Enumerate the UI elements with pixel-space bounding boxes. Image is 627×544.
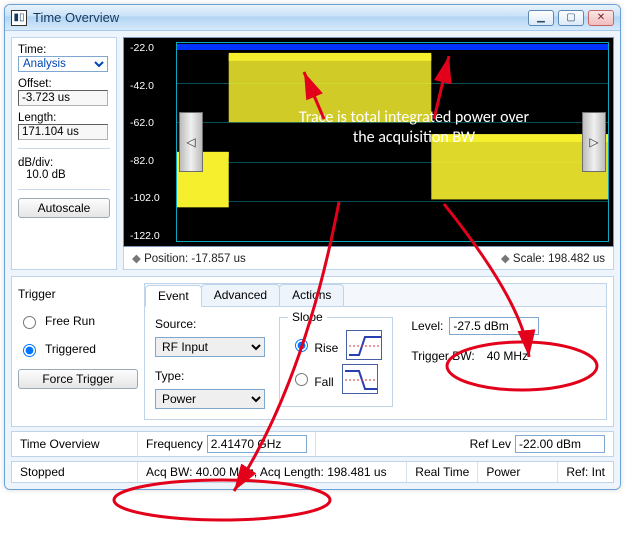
ref-cell: Ref: Int	[558, 462, 613, 482]
trigger-title: Trigger	[18, 287, 138, 301]
scale-value: 198.482 us	[548, 253, 605, 265]
source-select[interactable]: RF Input	[155, 337, 265, 357]
triggered-radio[interactable]: Triggered	[18, 341, 138, 357]
tab-advanced[interactable]: Advanced	[201, 284, 280, 306]
y-axis: -22.0 -42.0 -62.0 -82.0 -102.0 -122.0	[124, 38, 176, 246]
close-button[interactable]: ✕	[588, 10, 614, 26]
fall-radio[interactable]: Fall	[290, 370, 334, 389]
side-panel: Time: Analysis Offset: -3.723 us Length:…	[11, 37, 117, 270]
minimize-button[interactable]: ▁	[528, 10, 554, 26]
tab-event[interactable]: Event	[145, 285, 202, 307]
autoscale-button[interactable]: Autoscale	[18, 198, 110, 218]
nav-left-handle[interactable]: ◁	[179, 112, 203, 172]
acq-info: Acq BW: 40.00 MHz, Acq Length: 198.481 u…	[138, 462, 407, 482]
free-run-radio[interactable]: Free Run	[18, 313, 138, 329]
dbdiv-value: 10.0 dB	[18, 169, 110, 181]
tab-actions[interactable]: Actions	[279, 284, 344, 306]
ytick: -62.0	[130, 117, 154, 129]
type-select[interactable]: Power	[155, 389, 265, 409]
frequency-label: Frequency	[146, 437, 203, 451]
nav-right-handle[interactable]: ▷	[582, 112, 606, 172]
scale-handle-icon[interactable]: ◆	[501, 253, 510, 265]
ytick: -82.0	[130, 155, 154, 167]
length-value[interactable]: 171.104 us	[18, 124, 108, 140]
frequency-input[interactable]	[207, 435, 307, 453]
triggerbw-value: 40 MHz	[487, 349, 528, 363]
position-label: Position:	[144, 253, 188, 265]
slope-fieldset: Slope Rise Fall	[279, 317, 393, 407]
position-value: -17.857 us	[191, 253, 245, 265]
info-bar-2: Stopped Acq BW: 40.00 MHz, Acq Length: 1…	[11, 461, 614, 483]
level-input[interactable]	[449, 317, 539, 335]
window-title: Time Overview	[33, 10, 119, 25]
slope-label: Slope	[288, 310, 327, 324]
scale-label: Scale:	[513, 253, 545, 265]
plot-status: ◆ Position: -17.857 us ◆ Scale: 198.482 …	[123, 247, 614, 270]
ytick: -122.0	[130, 230, 160, 242]
run-state: Stopped	[12, 462, 138, 482]
offset-value[interactable]: -3.723 us	[18, 90, 108, 106]
reflev-label: Ref Lev	[470, 437, 511, 451]
triggerbw-label: Trigger BW:	[411, 349, 474, 363]
type-label: Type:	[155, 369, 265, 383]
source-label: Source:	[155, 317, 265, 331]
time-select[interactable]: Analysis	[18, 56, 108, 72]
force-trigger-button[interactable]: Force Trigger	[18, 369, 138, 389]
level-label: Level:	[411, 319, 443, 333]
reflev-input[interactable]	[515, 435, 605, 453]
app-icon: ▮▯	[11, 10, 27, 26]
maximize-button[interactable]: ▢	[558, 10, 584, 26]
power-cell: Power	[478, 462, 558, 482]
rise-icon	[346, 330, 382, 360]
realtime-cell: Real Time	[407, 462, 478, 482]
overview-cell: Time Overview	[12, 432, 138, 456]
time-label: Time:	[18, 44, 110, 56]
info-bar-1: Time Overview Frequency Ref Lev	[11, 431, 614, 457]
ytick: -102.0	[130, 192, 160, 204]
offset-label: Offset:	[18, 78, 110, 90]
ytick: -22.0	[130, 42, 154, 54]
plot-grid	[176, 42, 609, 242]
rise-radio[interactable]: Rise	[290, 336, 338, 355]
ytick: -42.0	[130, 80, 154, 92]
dbdiv-label: dB/div:	[18, 157, 110, 169]
fall-icon	[342, 364, 378, 394]
position-handle-icon[interactable]: ◆	[132, 253, 141, 265]
length-label: Length:	[18, 112, 110, 124]
time-plot[interactable]: -22.0 -42.0 -62.0 -82.0 -102.0 -122.0	[123, 37, 614, 247]
